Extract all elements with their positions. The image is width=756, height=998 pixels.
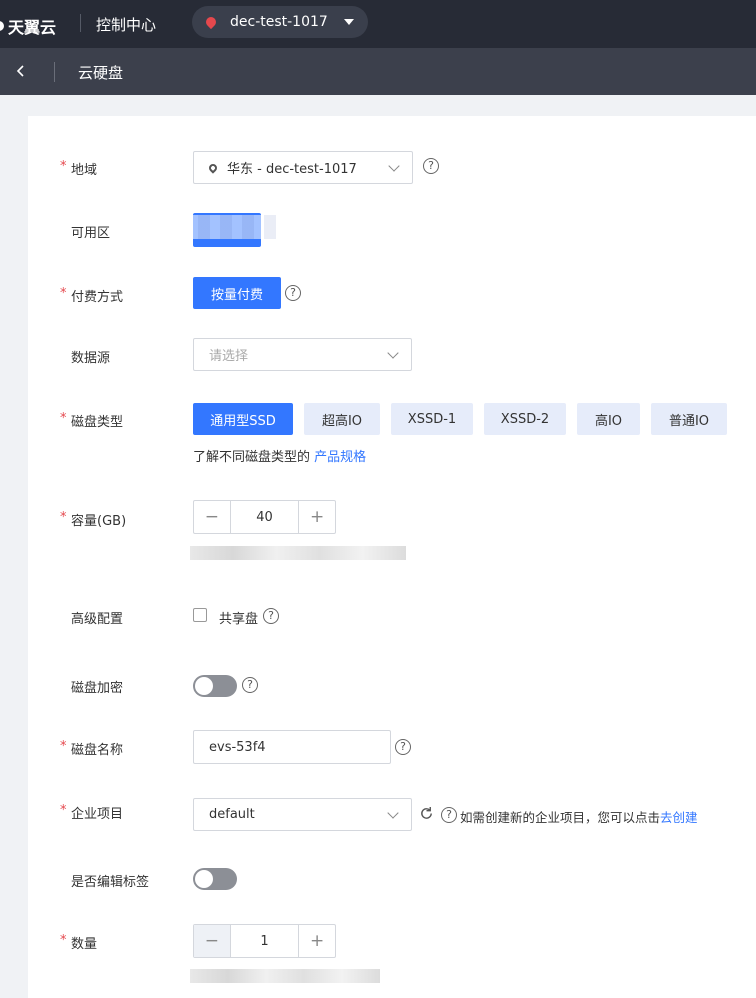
quantity-stepper: − 1 + (193, 924, 336, 958)
billing-label: 付费方式 (71, 290, 124, 305)
data-source-select[interactable]: 请选择 (193, 338, 412, 371)
chevron-down-icon (387, 807, 399, 819)
help-icon[interactable]: ? (441, 807, 457, 823)
project-value: default (209, 807, 255, 822)
decrement-button[interactable]: − (194, 501, 230, 533)
page-header: 云硬盘 (0, 48, 756, 95)
help-icon[interactable]: ? (285, 285, 301, 301)
redacted-area (190, 546, 406, 560)
disk-name-input[interactable]: evs-53f4 (193, 730, 391, 764)
caret-down-icon (344, 19, 354, 25)
redacted-area (188, 215, 285, 239)
edit-tags-label: 是否编辑标签 (71, 875, 150, 890)
logo-icon (0, 21, 4, 31)
required-mark: * (60, 510, 67, 525)
edit-tags-toggle[interactable] (193, 868, 237, 890)
advanced-label: 高级配置 (71, 612, 124, 627)
brand-logo[interactable]: 天翼云 (0, 14, 56, 38)
help-icon[interactable]: ? (263, 608, 279, 624)
chevron-left-icon (16, 65, 24, 77)
disk-type-xssd-2[interactable]: XSSD-2 (484, 403, 566, 435)
data-source-label: 数据源 (71, 351, 111, 366)
refresh-icon[interactable] (419, 806, 434, 821)
region-label: 地域 (71, 163, 98, 178)
toggle-knob (195, 677, 213, 695)
project-select[interactable]: default (193, 798, 412, 831)
encryption-label: 磁盘加密 (71, 681, 124, 696)
shared-disk-checkbox[interactable] (193, 608, 207, 622)
increment-button[interactable]: + (299, 501, 335, 533)
disk-type-ultra-io[interactable]: 超高IO (304, 403, 380, 435)
disk-type-high-io[interactable]: 高IO (577, 403, 640, 435)
back-button[interactable] (14, 60, 34, 82)
disk-type-label: 磁盘类型 (71, 415, 124, 430)
divider (54, 62, 55, 82)
hint-text: 如需创建新的企业项目，您可以点击 (460, 810, 661, 825)
disk-type-common-io[interactable]: 普通IO (651, 403, 727, 435)
project-hint: 如需创建新的企业项目，您可以点击去创建 (460, 807, 698, 826)
capacity-value[interactable]: 40 (229, 501, 300, 533)
top-nav-bar: 天翼云 控制中心 dec-test-1017 (0, 0, 756, 48)
required-mark: * (60, 286, 67, 301)
disk-type-general-ssd[interactable]: 通用型SSD (193, 403, 293, 435)
required-mark: * (60, 159, 67, 174)
region-select[interactable]: 华东 - dec-test-1017 (193, 151, 413, 184)
quantity-value[interactable]: 1 (229, 925, 300, 957)
chevron-down-icon (387, 347, 399, 359)
console-title[interactable]: 控制中心 (96, 14, 156, 35)
page-title: 云硬盘 (78, 64, 124, 82)
brand-name: 天翼云 (8, 18, 57, 37)
location-pin-icon (207, 161, 219, 174)
required-mark: * (60, 803, 67, 818)
capacity-label: 容量(GB) (71, 514, 127, 529)
toggle-knob (195, 870, 213, 888)
help-icon[interactable]: ? (395, 739, 411, 755)
chevron-down-icon (388, 160, 400, 172)
divider (80, 14, 81, 32)
quantity-label: 数量 (71, 937, 98, 952)
increment-button[interactable]: + (299, 925, 335, 957)
region-name: dec-test-1017 (230, 14, 328, 30)
data-source-placeholder: 请选择 (209, 349, 249, 364)
required-mark: * (60, 933, 67, 948)
az-label: 可用区 (71, 226, 111, 241)
help-icon[interactable]: ? (423, 158, 439, 174)
decrement-button[interactable]: − (194, 925, 230, 957)
required-mark: * (60, 411, 67, 426)
region-selector[interactable]: dec-test-1017 (192, 6, 368, 38)
encryption-toggle[interactable] (193, 675, 237, 697)
product-spec-link[interactable]: 产品规格 (314, 450, 366, 465)
hint-text: 了解不同磁盘类型的 (193, 450, 311, 465)
help-icon[interactable]: ? (242, 677, 258, 693)
shared-disk-label: 共享盘 (219, 612, 259, 627)
region-value: 华东 - dec-test-1017 (227, 162, 357, 177)
capacity-stepper: − 40 + (193, 500, 336, 534)
disk-type-hint: 了解不同磁盘类型的 产品规格 (193, 446, 366, 465)
project-label: 企业项目 (71, 807, 124, 822)
pay-as-you-go-button[interactable]: 按量付费 (193, 277, 281, 309)
disk-name-label: 磁盘名称 (71, 743, 124, 758)
required-mark: * (60, 739, 67, 754)
create-project-link[interactable]: 去创建 (660, 810, 698, 825)
disk-type-xssd-1[interactable]: XSSD-1 (391, 403, 473, 435)
location-pin-icon (203, 14, 219, 30)
redacted-area (190, 969, 380, 983)
